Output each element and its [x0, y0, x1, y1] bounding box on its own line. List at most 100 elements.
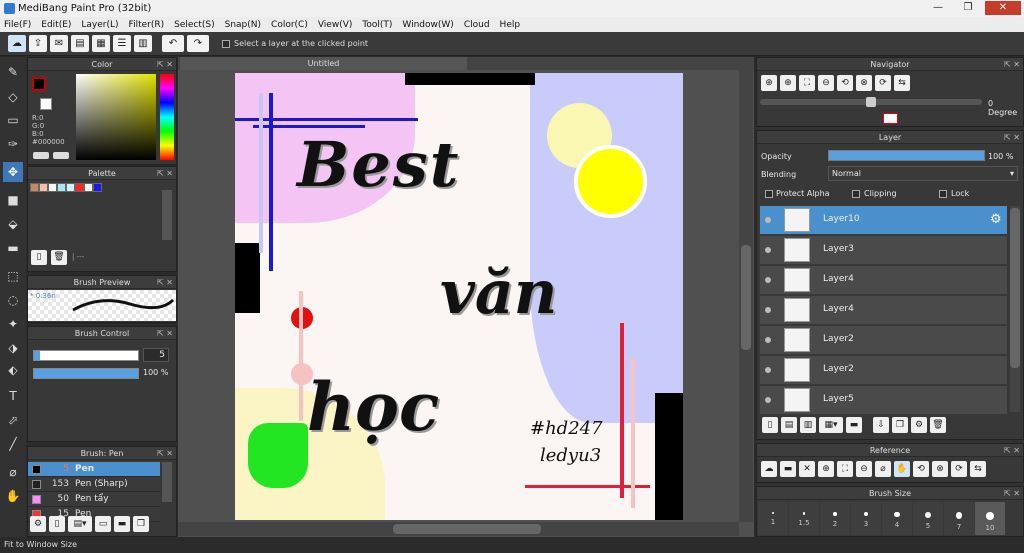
ref-open-icon[interactable]: ▬ [780, 461, 796, 477]
menu-cloud[interactable]: Cloud [464, 20, 490, 30]
brush-size-cell[interactable]: 10 [975, 502, 1005, 535]
lock-checkbox[interactable] [939, 190, 947, 198]
layer-row[interactable]: Layer4 [760, 296, 1007, 325]
brush-size-cell[interactable]: 4 [882, 502, 912, 535]
canvas-horizontal-scrollbar[interactable] [178, 522, 739, 536]
palette-delete-icon[interactable]: 🗑 [51, 250, 67, 265]
undo-icon[interactable]: ↶ [162, 35, 184, 52]
visibility-icon[interactable] [765, 247, 771, 253]
ref-rotate-reset-icon[interactable]: ⊗ [932, 461, 948, 477]
close-button[interactable]: ✕ [985, 1, 1021, 15]
brush-opacity-slider[interactable] [33, 368, 139, 379]
select-eraser-icon[interactable]: ⬖ [3, 360, 23, 380]
brush-new-icon[interactable]: ▯ [49, 516, 65, 532]
tab-untitled[interactable]: Untitled [180, 57, 467, 70]
add-layer-dropdown-icon[interactable]: ▦▾ [819, 417, 843, 433]
menu-window[interactable]: Window(W) [402, 20, 453, 30]
fit-icon[interactable]: ⛶ [799, 75, 815, 91]
palette-swatch[interactable] [30, 183, 39, 192]
color-saturation-field[interactable] [76, 74, 156, 160]
grid-icon[interactable]: ▥ [134, 35, 152, 52]
brush-list-item[interactable]: 50 Pen tẩy [28, 492, 160, 507]
canvas-vertical-scrollbar[interactable] [739, 70, 753, 522]
menu-file[interactable]: File(F) [4, 20, 31, 30]
ref-cloud-icon[interactable]: ☁ [761, 461, 777, 477]
move-tool-icon[interactable]: ✥ [3, 162, 23, 182]
select-layer-checkbox[interactable] [222, 40, 230, 48]
layer-row[interactable]: Layer2 [760, 326, 1007, 355]
layer-row[interactable]: Layer3 [760, 236, 1007, 265]
magic-wand-icon[interactable]: ✦ [3, 314, 23, 334]
visibility-icon[interactable] [765, 367, 771, 373]
ref-rotate-right-icon[interactable]: ⟳ [951, 461, 967, 477]
select-pen-icon[interactable]: ⬗ [3, 338, 23, 358]
layer-row[interactable]: Layer10 ⚙ [760, 206, 1007, 235]
minimize-button[interactable]: — [925, 1, 951, 15]
brush-duplicate-icon[interactable]: ❐ [133, 516, 149, 532]
palette-swatch[interactable] [48, 183, 57, 192]
merge-down-icon[interactable]: ⇩ [873, 417, 889, 433]
divide-tool-icon[interactable]: ╱ [3, 434, 23, 454]
page-icon[interactable]: ▦ [92, 35, 110, 52]
menu-select[interactable]: Select(S) [174, 20, 215, 30]
brush-folder-icon[interactable]: ▬ [114, 516, 130, 532]
hand-tool-icon[interactable]: ✋ [3, 486, 23, 506]
primary-color-swatch[interactable] [32, 77, 46, 91]
layer-scrollbar[interactable] [1010, 206, 1020, 412]
brush-size-slider[interactable] [33, 350, 139, 361]
ref-zoom-out-icon[interactable]: ⊖ [856, 461, 872, 477]
ref-zoom-in-icon[interactable]: ⊕ [818, 461, 834, 477]
rotate-right-icon[interactable]: ⟳ [875, 75, 891, 91]
menu-filter[interactable]: Filter(R) [129, 20, 165, 30]
restore-button[interactable]: ❐ [955, 1, 981, 15]
menu-help[interactable]: Help [500, 20, 521, 30]
ref-fit-icon[interactable]: ⛶ [837, 461, 853, 477]
new-halftone-layer-icon[interactable]: ▤ [781, 417, 797, 433]
pen-tool-icon[interactable]: ✑ [3, 134, 23, 154]
brush-list-scrollbar[interactable] [162, 462, 172, 502]
navigator-thumbnail[interactable] [883, 113, 898, 124]
ref-rotate-left-icon[interactable]: ⟲ [913, 461, 929, 477]
list-icon[interactable]: ☰ [113, 35, 131, 52]
duplicate-layer-icon[interactable]: ❐ [892, 417, 908, 433]
redo-icon[interactable]: ↷ [187, 35, 209, 52]
zoom-in-icon[interactable]: ⊕ [761, 75, 777, 91]
layer-row[interactable]: Layer4 [760, 266, 1007, 295]
layer-settings-icon[interactable]: ⚙ [911, 417, 927, 433]
visibility-icon[interactable] [765, 307, 771, 313]
eyedropper-icon[interactable]: ⌀ [3, 462, 23, 482]
visibility-icon[interactable] [765, 397, 771, 403]
brush-list-item[interactable]: 153 Pen (Sharp) [28, 477, 160, 492]
visibility-icon[interactable] [765, 277, 771, 283]
artwork-canvas[interactable]: Best văn học #hd247 ledyu3 [235, 73, 683, 520]
blending-select[interactable]: Normal ▾ [828, 166, 1018, 181]
brush-size-cell[interactable]: 1.5 [789, 502, 819, 535]
menu-tool[interactable]: Tool(T) [362, 20, 392, 30]
visibility-icon[interactable] [765, 217, 771, 223]
brush-size-value[interactable]: 5 [143, 348, 169, 362]
layer-settings-gear-icon[interactable]: ⚙ [990, 212, 1002, 227]
menu-snap[interactable]: Snap(N) [225, 20, 261, 30]
zoom-in-small-icon[interactable]: ⊕ [780, 75, 796, 91]
layer-opacity-slider[interactable] [828, 150, 985, 161]
hue-slider[interactable] [160, 74, 174, 160]
eraser-tool-icon[interactable]: ◇ [3, 87, 23, 107]
lasso-tool-icon[interactable]: ◌ [3, 290, 23, 310]
gradient-tool-icon[interactable]: ▬ [3, 238, 23, 258]
operation-tool-icon[interactable]: ⬀ [3, 410, 23, 430]
flip-icon[interactable]: ⇆ [894, 75, 910, 91]
palette-swatch[interactable] [93, 183, 102, 192]
layer-folder-icon[interactable]: ▬ [846, 417, 862, 433]
brush-size-cell[interactable]: 1 [758, 502, 788, 535]
comment-icon[interactable]: ✉ [50, 35, 68, 52]
palette-scrollbar[interactable] [162, 190, 172, 240]
ref-close-icon[interactable]: ✕ [799, 461, 815, 477]
document-icon[interactable]: ▤ [71, 35, 89, 52]
upload-icon[interactable]: ⇪ [29, 35, 47, 52]
new-layer-icon[interactable]: ▯ [762, 417, 778, 433]
ref-flip-icon[interactable]: ⇆ [970, 461, 986, 477]
protect-alpha-checkbox[interactable] [765, 190, 773, 198]
rotate-reset-icon[interactable]: ⊗ [856, 75, 872, 91]
bucket-tool-icon[interactable]: ⬙ [3, 214, 23, 234]
menu-layer[interactable]: Layer(L) [81, 20, 118, 30]
